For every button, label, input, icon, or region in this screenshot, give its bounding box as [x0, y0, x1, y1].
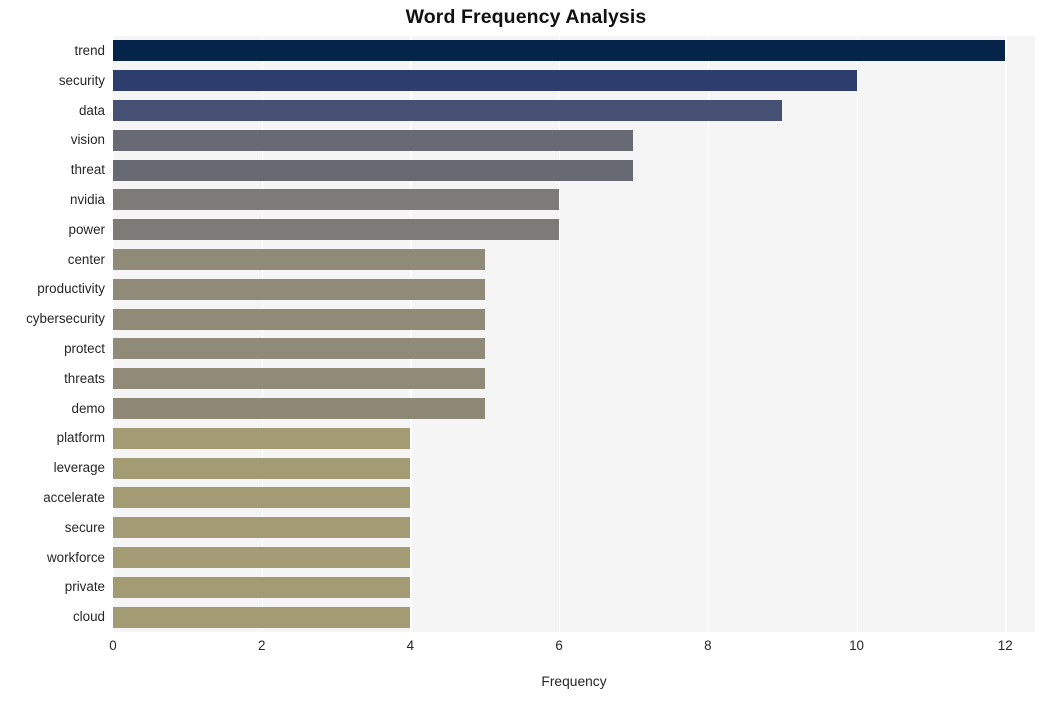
bar-protect[interactable] [113, 338, 485, 360]
y-tick-label-workforce: workforce [46, 549, 105, 565]
bar-row [113, 159, 1035, 181]
bar-row [113, 398, 1035, 419]
bar-platform[interactable] [113, 427, 411, 449]
bar-threats[interactable] [113, 368, 485, 390]
y-tick-label-demo: demo [71, 400, 106, 416]
bar-row [113, 457, 1035, 479]
bar-threat[interactable] [113, 159, 634, 181]
y-tick-label-trend: trend [74, 42, 105, 58]
bar-row [113, 40, 1035, 62]
bar-secure[interactable] [113, 517, 411, 539]
bar-data[interactable] [113, 100, 783, 121]
bar-cloud[interactable] [113, 606, 411, 628]
x-axis-title: Frequency [541, 674, 607, 689]
bar-row [113, 249, 1035, 270]
bar-row [113, 547, 1035, 568]
word-frequency-chart-figure: Word Frequency Analysis trend security dat… [0, 0, 1052, 701]
bars-layer [113, 36, 1035, 632]
bar-row [113, 427, 1035, 449]
y-tick-label-productivity: productivity [37, 281, 105, 297]
x-tick-label-8: 8 [704, 638, 712, 653]
bar-workforce[interactable] [113, 547, 411, 568]
bar-accelerate[interactable] [113, 487, 411, 509]
y-tick-label-power: power [68, 221, 105, 237]
bar-row [113, 100, 1035, 121]
y-tick-label-cloud: cloud [72, 609, 105, 625]
bar-row [113, 487, 1035, 509]
bar-row [113, 278, 1035, 300]
bar-row [113, 368, 1035, 390]
bar-row [113, 308, 1035, 330]
y-tick-label-leverage: leverage [53, 460, 105, 476]
bar-demo[interactable] [113, 398, 485, 419]
bar-power[interactable] [113, 219, 560, 241]
x-tick-label-0: 0 [109, 638, 117, 653]
x-tick-label-10: 10 [849, 638, 864, 653]
bar-security[interactable] [113, 70, 857, 92]
bar-cybersecurity[interactable] [113, 308, 485, 330]
y-tick-label-accelerate: accelerate [43, 489, 105, 505]
y-tick-label-private: private [64, 579, 105, 595]
bar-row [113, 576, 1035, 598]
y-tick-label-threats: threats [64, 370, 105, 386]
bar-leverage[interactable] [113, 457, 411, 479]
bar-private[interactable] [113, 576, 411, 598]
x-tick-label-6: 6 [555, 638, 563, 653]
y-tick-label-nvidia: nvidia [70, 191, 105, 207]
y-tick-label-threat: threat [70, 162, 105, 178]
y-axis-tick-labels: trend security data vision threat nvidia power… [0, 36, 105, 632]
y-tick-label-vision: vision [70, 132, 105, 148]
bar-trend[interactable] [113, 40, 1006, 62]
y-tick-label-cybersecurity: cybersecurity [26, 311, 105, 327]
y-tick-label-center: center [67, 251, 105, 267]
x-tick-label-2: 2 [257, 638, 266, 653]
bar-row [113, 338, 1035, 360]
x-tick-label-12: 12 [997, 638, 1013, 653]
y-tick-label-security: security [58, 72, 105, 88]
plot-area [113, 36, 1035, 632]
y-tick-label-platform: platform [56, 430, 105, 446]
bar-center[interactable] [113, 249, 485, 270]
bar-row [113, 129, 1035, 151]
y-tick-label-protect: protect [64, 340, 105, 356]
bar-row [113, 70, 1035, 92]
bar-vision[interactable] [113, 129, 634, 151]
chart-title: Word Frequency Analysis [405, 6, 647, 28]
x-axis-tick-labels: 0 2 4 6 8 10 12 [109, 632, 1035, 662]
bar-nvidia[interactable] [113, 189, 560, 211]
bar-row [113, 606, 1035, 628]
bar-row [113, 189, 1035, 211]
y-tick-label-data: data [78, 102, 105, 118]
bar-row [113, 219, 1035, 241]
bar-productivity[interactable] [113, 278, 485, 300]
bar-row [113, 517, 1035, 539]
x-tick-label-4: 4 [406, 638, 415, 653]
y-tick-label-secure: secure [64, 519, 105, 535]
